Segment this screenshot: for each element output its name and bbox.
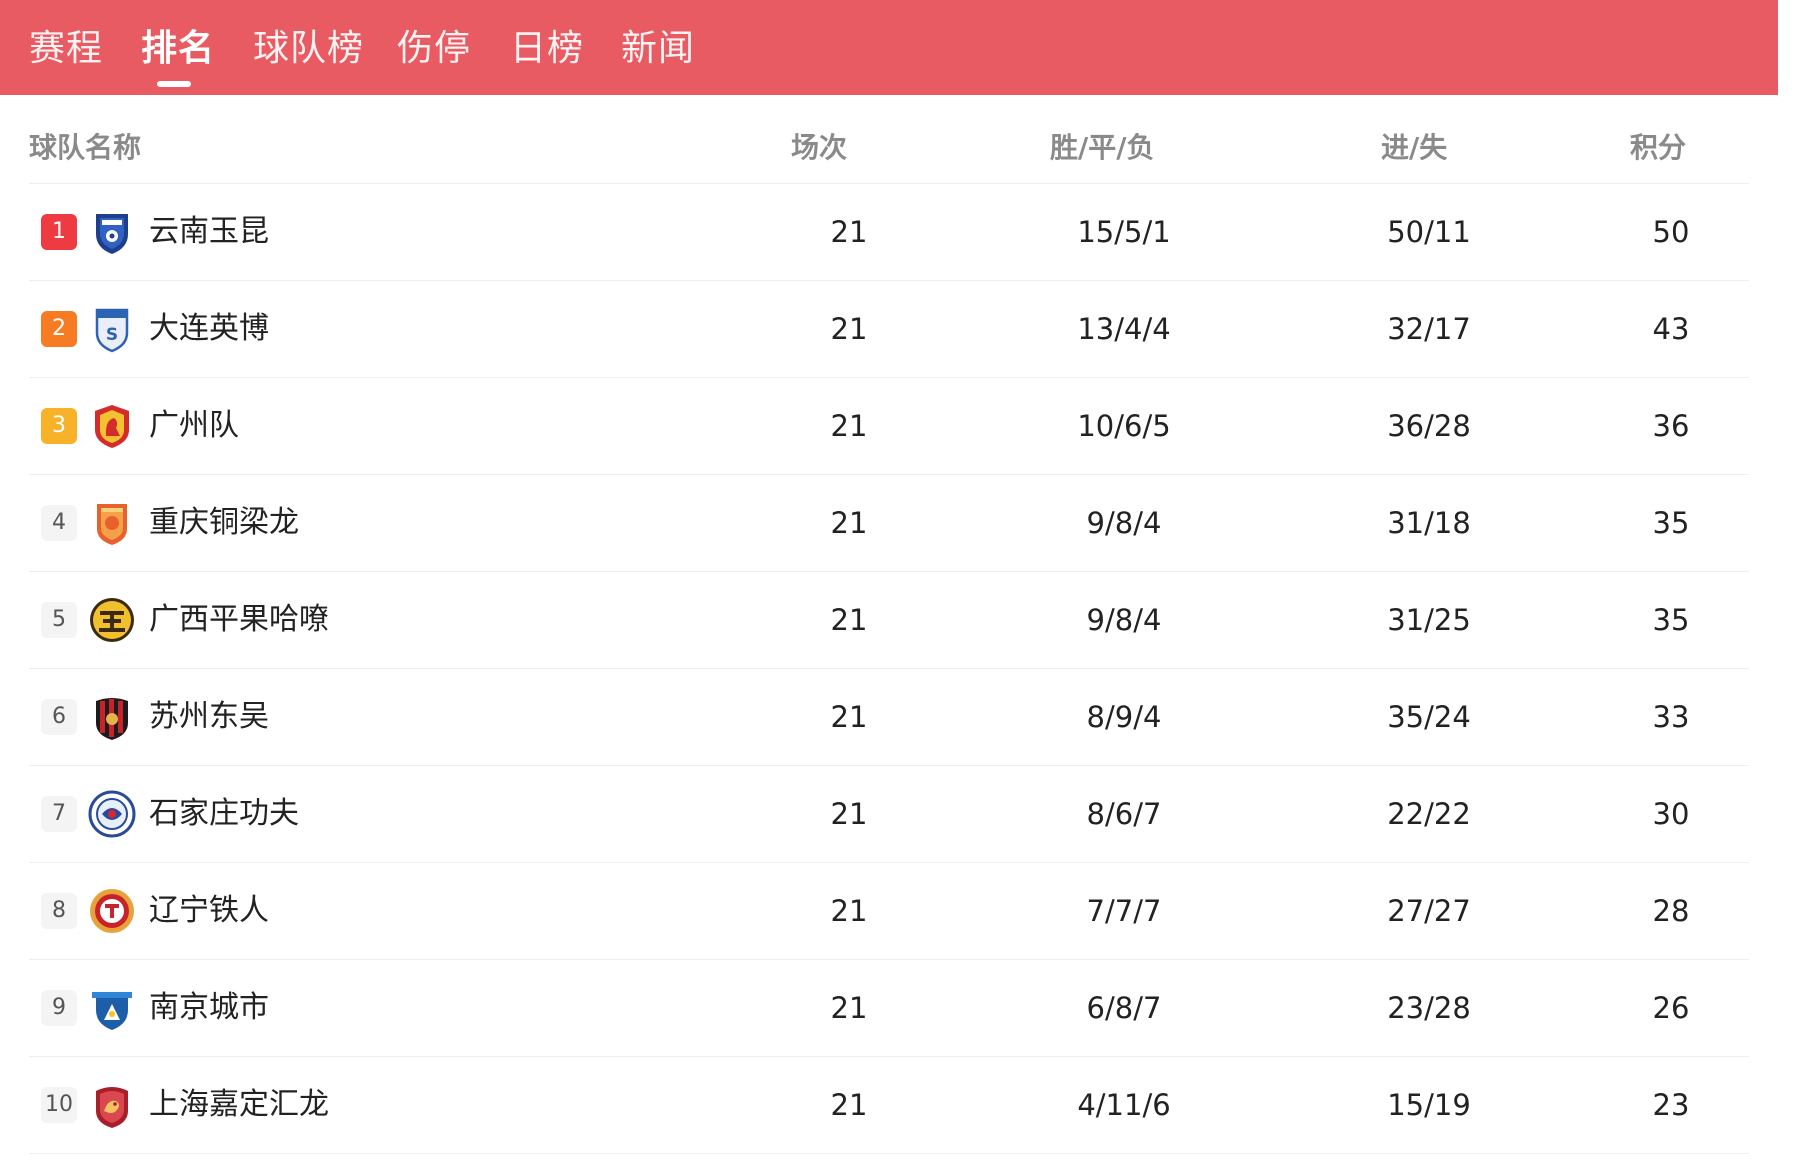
- goals-value: 50/11: [1387, 215, 1471, 249]
- team-name[interactable]: 上海嘉定汇龙: [149, 1084, 329, 1126]
- win-draw-loss-value: 9/8/4: [1086, 506, 1162, 540]
- rank-badge: 3: [41, 408, 77, 444]
- played-value: 21: [830, 1088, 868, 1122]
- tab-schedule[interactable]: 赛程: [29, 26, 103, 72]
- svg-text:S: S: [106, 325, 118, 345]
- standings-row[interactable]: 1 云南玉昆 21 15/5/1 50/11 50: [29, 184, 1749, 281]
- shanghai-jiading-huilong-logo-icon: [96, 1087, 128, 1128]
- standings-row[interactable]: 4 重庆铜梁龙 21 9/8/4 31/18 35: [29, 475, 1749, 572]
- rank-badge: 2: [41, 311, 77, 347]
- table-header: 球队名称 场次 胜/平/负 进/失 积分: [29, 110, 1749, 184]
- standings-row[interactable]: 5 广西平果哈嘹 21 9/8/4 31/25 35: [29, 572, 1749, 669]
- nanjing-city-logo-icon: [92, 992, 132, 1030]
- rank-badge: 6: [41, 699, 77, 735]
- goals-value: 15/19: [1387, 1088, 1471, 1122]
- played-value: 21: [830, 215, 868, 249]
- yunnan-yukun-logo-icon: [96, 214, 128, 254]
- rank-badge: 10: [41, 1087, 77, 1123]
- rank-badge: 1: [41, 214, 77, 250]
- win-draw-loss-value: 9/8/4: [1086, 603, 1162, 637]
- tab-daily-rankings[interactable]: 日榜: [510, 26, 584, 72]
- win-draw-loss-value: 6/8/7: [1086, 991, 1162, 1025]
- win-draw-loss-value: 7/7/7: [1086, 894, 1162, 928]
- played-value: 21: [830, 894, 868, 928]
- points-value: 33: [1652, 700, 1690, 734]
- top-tab-bar: 赛程 排名 球队榜 伤停 日榜 新闻: [0, 0, 1778, 95]
- shijiazhuang-gongfu-logo-icon: [88, 790, 136, 838]
- team-name[interactable]: 广西平果哈嘹: [149, 599, 329, 641]
- header-win-draw-loss: 胜/平/负: [1050, 131, 1155, 164]
- points-value: 28: [1652, 894, 1690, 928]
- chongqing-tongliang-long-logo-icon: [97, 504, 127, 545]
- rank-badge: 9: [41, 990, 77, 1026]
- team-name[interactable]: 重庆铜梁龙: [149, 502, 299, 544]
- goals-value: 32/17: [1387, 312, 1471, 346]
- points-value: 26: [1652, 991, 1690, 1025]
- goals-value: 23/28: [1387, 991, 1471, 1025]
- goals-value: 36/28: [1387, 409, 1471, 443]
- standings-row[interactable]: 2 S 大连英博 21 13/4/4 32/17 43: [29, 281, 1749, 378]
- suzhou-dongwu-logo-icon: [96, 698, 128, 740]
- header-played: 场次: [791, 131, 848, 164]
- standings-row[interactable]: 7 石家庄功夫 21 8/6/7 22/22 30: [29, 766, 1749, 863]
- standings-row[interactable]: 9 南京城市 21 6/8/7 23/28 26: [29, 960, 1749, 1057]
- played-value: 21: [830, 603, 868, 637]
- header-team-name: 球队名称: [29, 131, 142, 164]
- played-value: 21: [830, 409, 868, 443]
- team-name[interactable]: 石家庄功夫: [149, 793, 299, 835]
- header-goals: 进/失: [1381, 131, 1448, 164]
- played-value: 21: [830, 312, 868, 346]
- win-draw-loss-value: 8/6/7: [1086, 797, 1162, 831]
- team-name[interactable]: 广州队: [149, 405, 239, 447]
- goals-value: 31/25: [1387, 603, 1471, 637]
- points-value: 50: [1652, 215, 1690, 249]
- played-value: 21: [830, 797, 868, 831]
- team-name[interactable]: 辽宁铁人: [149, 890, 269, 932]
- points-value: 35: [1652, 603, 1690, 637]
- tab-news[interactable]: 新闻: [621, 26, 695, 72]
- guangzhou-logo-icon: [95, 405, 129, 448]
- played-value: 21: [830, 991, 868, 1025]
- points-value: 43: [1652, 312, 1690, 346]
- points-value: 30: [1652, 797, 1690, 831]
- team-name[interactable]: 大连英博: [149, 308, 269, 350]
- points-value: 36: [1652, 409, 1690, 443]
- points-value: 23: [1652, 1088, 1690, 1122]
- rank-badge: 5: [41, 602, 77, 638]
- team-name[interactable]: 云南玉昆: [149, 211, 269, 253]
- win-draw-loss-value: 13/4/4: [1077, 312, 1171, 346]
- goals-value: 35/24: [1387, 700, 1471, 734]
- standings-row[interactable]: 8 辽宁铁人 21 7/7/7 27/27 28: [29, 863, 1749, 960]
- played-value: 21: [830, 506, 868, 540]
- win-draw-loss-value: 8/9/4: [1086, 700, 1162, 734]
- rank-badge: 7: [41, 796, 77, 832]
- team-name[interactable]: 南京城市: [149, 987, 269, 1029]
- points-value: 35: [1652, 506, 1690, 540]
- goals-value: 27/27: [1387, 894, 1471, 928]
- goals-value: 31/18: [1387, 506, 1471, 540]
- dalian-yingbo-logo-icon: S: [95, 308, 129, 353]
- win-draw-loss-value: 4/11/6: [1077, 1088, 1171, 1122]
- rank-badge: 8: [41, 893, 77, 929]
- win-draw-loss-value: 15/5/1: [1077, 215, 1171, 249]
- standings-row[interactable]: 6 苏州东吴 21 8/9/4 35/24 33: [29, 669, 1749, 766]
- guangxi-pingguo-haliao-logo-icon: [90, 598, 134, 642]
- standings-row[interactable]: 10 上海嘉定汇龙 21 4/11/6 15/19 23: [29, 1057, 1749, 1154]
- played-value: 21: [830, 700, 868, 734]
- goals-value: 22/22: [1387, 797, 1471, 831]
- win-draw-loss-value: 10/6/5: [1077, 409, 1171, 443]
- liaoning-tieren-logo-icon: [90, 889, 134, 933]
- active-tab-indicator: [157, 81, 191, 87]
- standings-row[interactable]: 3 广州队 21 10/6/5 36/28 36: [29, 378, 1749, 475]
- team-name[interactable]: 苏州东吴: [149, 696, 269, 738]
- tab-team-rankings[interactable]: 球队榜: [253, 26, 364, 72]
- tab-injuries[interactable]: 伤停: [397, 26, 471, 72]
- tab-standings[interactable]: 排名: [141, 26, 215, 72]
- rank-badge: 4: [41, 505, 77, 541]
- header-points: 积分: [1630, 131, 1687, 164]
